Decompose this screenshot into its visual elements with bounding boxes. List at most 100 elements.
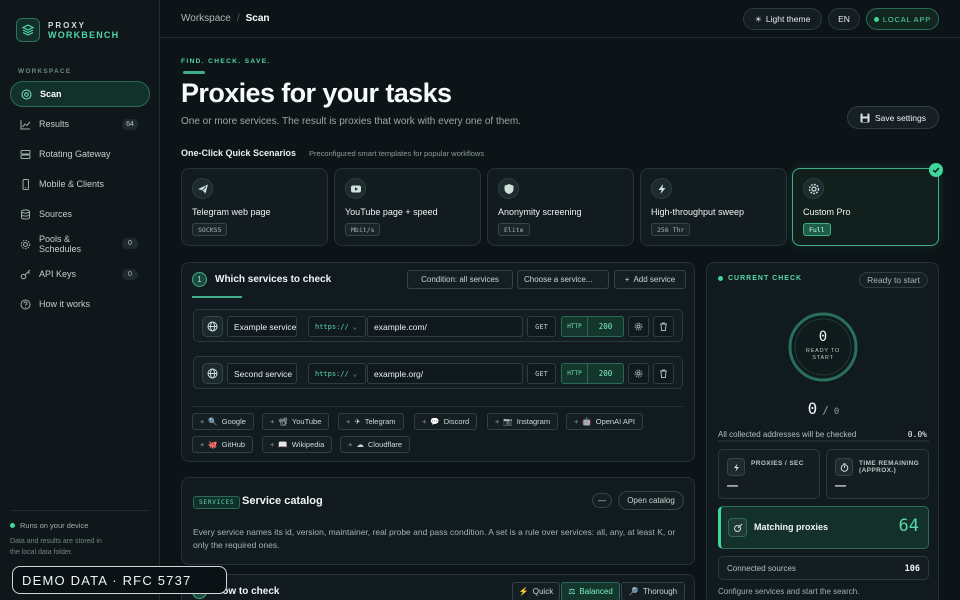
preset-chip-google[interactable]: + 🔍 Google (192, 413, 254, 430)
device-status-text: Runs on your device (20, 521, 89, 530)
service-name-input[interactable]: Example service (227, 316, 297, 337)
sidebar-item-mobile-clients[interactable]: Mobile & Clients (10, 171, 150, 197)
progress-done: 0 (807, 399, 818, 418)
breadcrumb-root[interactable]: Workspace (181, 13, 231, 24)
theme-toggle-label: Light theme (765, 14, 811, 24)
step-number: 1 (192, 272, 207, 287)
plus-icon: + (200, 440, 205, 449)
matching-proxies-card[interactable]: Matching proxies 64 (718, 506, 929, 549)
language-button[interactable]: EN (828, 8, 860, 30)
expected-status[interactable]: HTTP 200 (561, 363, 624, 384)
help-icon (20, 299, 31, 310)
url-input[interactable]: example.org/ (367, 363, 523, 384)
add-service-button[interactable]: + Add service (614, 270, 686, 289)
scenario-card-youtube[interactable]: YouTube page + speed Mbit/s (334, 168, 481, 246)
sidebar-footer: Runs on your device Data and results are… (10, 510, 150, 558)
stat-value: — (727, 480, 738, 492)
choose-service-select[interactable]: Choose a service... (517, 270, 609, 289)
phone-icon (20, 178, 31, 190)
brand-line1: PROXY (48, 20, 87, 30)
preset-chip-instagram[interactable]: + 📷 Instagram (487, 413, 559, 430)
preset-chip-telegram[interactable]: + ✈ Telegram (338, 413, 404, 430)
local-app-badge[interactable]: LOCAL APP (866, 8, 939, 30)
save-settings-button[interactable]: Save settings (847, 106, 939, 129)
local-app-label: LOCAL APP (882, 14, 932, 24)
brand-logo[interactable]: PROXY WORKBENCH (16, 18, 119, 42)
preset-chip-github[interactable]: + 🐙 GitHub (192, 436, 254, 453)
scheme-value: https:// (315, 322, 349, 331)
scheme-select[interactable]: https://⌄ (308, 316, 366, 337)
mode-balanced-button[interactable]: ⚖ Balanced (561, 582, 620, 600)
method-select[interactable]: GET (527, 316, 556, 337)
preset-chip-openai[interactable]: + 🤖 OpenAI API (566, 413, 643, 430)
scenario-name: High-throughput sweep (651, 207, 745, 217)
scenario-card-custom-pro[interactable]: Custom Pro Full (792, 168, 939, 246)
layers-icon (16, 18, 40, 42)
sidebar-item-scan[interactable]: Scan (10, 81, 150, 107)
row-delete-button[interactable] (653, 316, 674, 337)
collapse-button[interactable]: — (592, 493, 612, 508)
sidebar-item-label: Rotating Gateway (39, 149, 111, 159)
cloud-icon: ☁ (356, 440, 364, 449)
gear-icon (634, 369, 643, 378)
open-catalog-button[interactable]: Open catalog (618, 491, 684, 510)
magnifier-icon: 🔍 (208, 417, 218, 426)
trash-icon (659, 322, 668, 331)
globe-icon (202, 363, 223, 384)
sidebar-item-results[interactable]: Results 64 (10, 111, 150, 137)
tab-indicator (192, 296, 242, 298)
status-dot-icon (718, 276, 723, 281)
preset-chip-youtube[interactable]: + 📽 YouTube (262, 413, 330, 430)
sidebar-item-label: Results (39, 119, 70, 129)
plus-icon: + (422, 417, 427, 426)
plus-icon: + (346, 417, 351, 426)
service-name-input[interactable]: Second service (227, 363, 297, 384)
sidebar-item-sources[interactable]: Sources (10, 201, 150, 227)
scheme-select[interactable]: https://⌄ (308, 363, 366, 384)
preset-chip-wikipedia[interactable]: + 📖 Wikipedia (262, 436, 333, 453)
scenario-tag: Full (803, 223, 831, 236)
preset-chip-cloudflare[interactable]: + ☁ Cloudflare (340, 436, 411, 453)
theme-toggle-button[interactable]: ☀ Light theme (743, 8, 822, 30)
scenario-name: YouTube page + speed (345, 207, 438, 217)
url-input[interactable]: example.com/ (367, 316, 523, 337)
expected-status[interactable]: HTTP 200 (561, 316, 624, 337)
plus-icon: + (574, 417, 579, 426)
status-code: 200 (598, 322, 613, 331)
preset-chip-discord[interactable]: + 💬 Discord (414, 413, 478, 430)
progress-separator: / (822, 404, 829, 417)
sidebar-item-label: Pools & Schedules (39, 234, 82, 254)
device-status: Runs on your device (10, 521, 150, 530)
plus-icon: + (200, 417, 205, 426)
sidebar-item-rotating-gateway[interactable]: Rotating Gateway (10, 141, 150, 167)
book-icon: 📖 (278, 440, 288, 449)
server-icon (20, 149, 31, 160)
scenario-card-anonymity[interactable]: Anonymity screening Elite (487, 168, 634, 246)
scenario-card-throughput[interactable]: High-throughput sweep 256 Thr (640, 168, 787, 246)
preset-label: YouTube (291, 417, 322, 426)
scenario-name: Custom Pro (803, 207, 851, 217)
quick-scenarios-title: One-Click Quick Scenarios (181, 148, 297, 158)
stat-label: TIME REMAINING (APPROX.) (859, 460, 920, 474)
scenario-card-telegram[interactable]: Telegram web page SOCKS5 (181, 168, 328, 246)
scenario-name: Anonymity screening (498, 207, 582, 217)
demo-data-watermark: DEMO DATA · RFC 5737 (12, 566, 227, 594)
service-row: Example service https://⌄ example.com/ G… (193, 309, 683, 342)
progress-gauge: 0 READY TO START (787, 311, 859, 383)
method-select[interactable]: GET (527, 363, 556, 384)
proxies-per-sec-stat: PROXIES / SEC — (718, 449, 820, 499)
preset-label: GitHub (221, 440, 246, 449)
mode-thorough-button[interactable]: 🔎 Thorough (621, 582, 685, 600)
condition-select[interactable]: Condition: all services (407, 270, 513, 289)
sidebar-item-api-keys[interactable]: API Keys 0 (10, 261, 150, 287)
row-delete-button[interactable] (653, 363, 674, 384)
row-settings-button[interactable] (628, 363, 649, 384)
sidebar-item-label: API Keys (39, 269, 77, 279)
plus-icon: + (270, 417, 275, 426)
sidebar-item-pools-schedules[interactable]: Pools & Schedules 0 (10, 228, 150, 260)
row-settings-button[interactable] (628, 316, 649, 337)
progress-bar (718, 440, 929, 442)
mode-quick-button[interactable]: ⚡ Quick (512, 582, 560, 600)
scenario-tag: Mbit/s (345, 223, 381, 236)
sidebar-item-how-it-works[interactable]: How it works (10, 291, 150, 317)
